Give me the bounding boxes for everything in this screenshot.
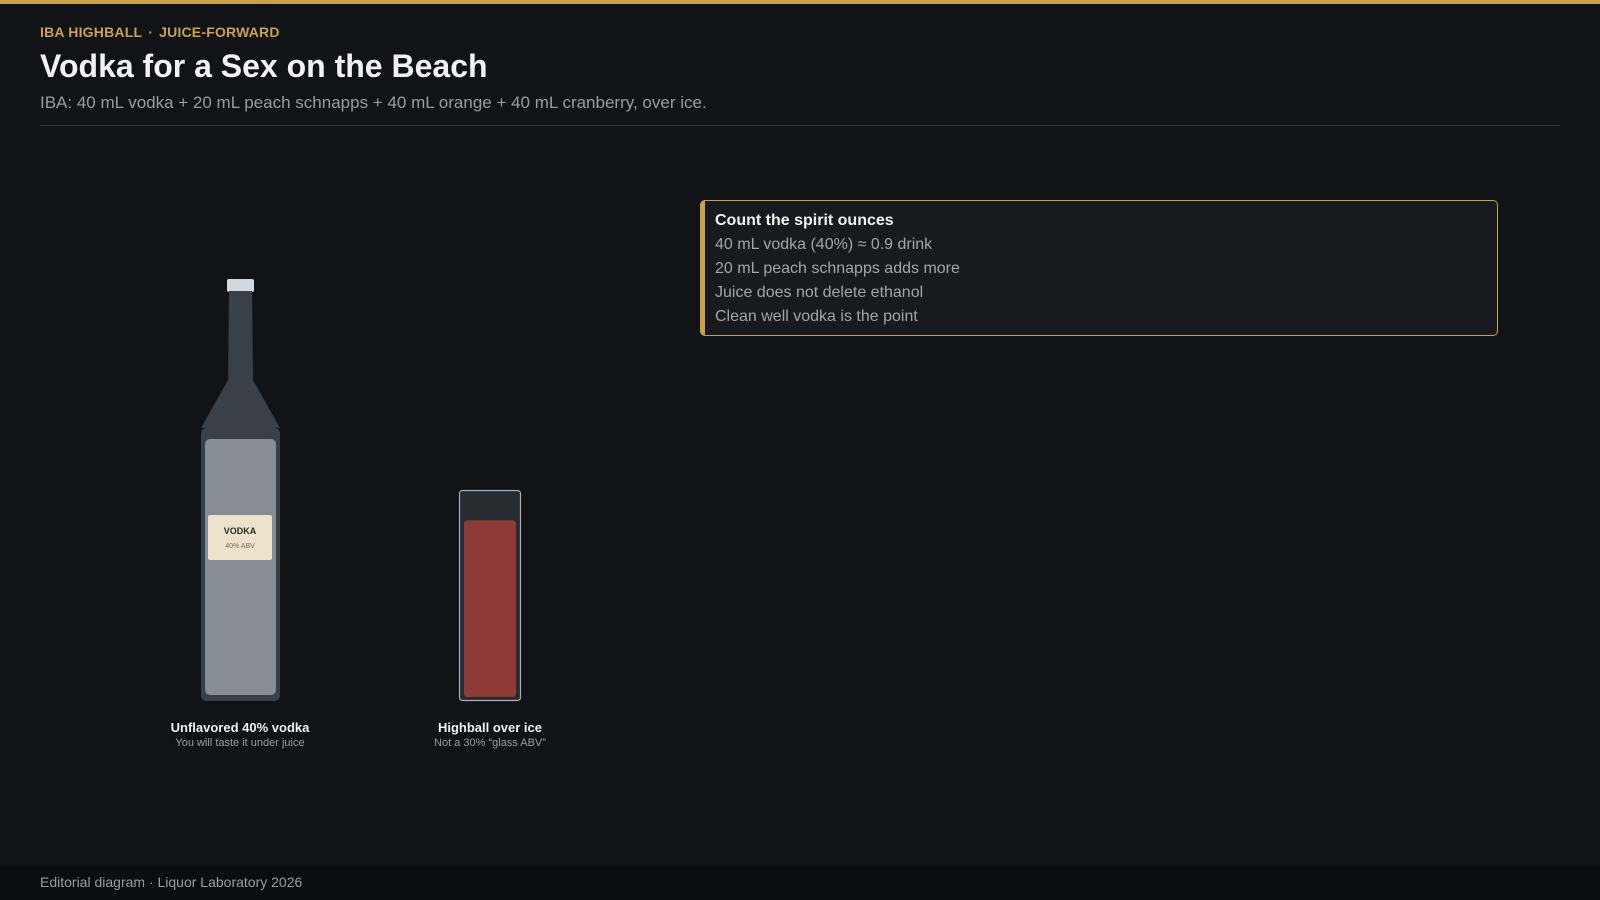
note-line: 40 mL vodka (40%) ≈ 0.9 drink [715,236,933,253]
note-callout: Count the spirit ounces 40 mL vodka (40%… [700,200,1498,336]
highball-glass [458,489,522,702]
bottle-label-title: VODKA [224,526,257,536]
note-title: Count the spirit ounces [715,212,894,229]
note-line: Juice does not delete ethanol [715,284,924,301]
bottle-liquid [205,439,276,695]
diagram-canvas: VODKA 40% ABV [201,279,522,702]
footer: Editorial diagram · Liquor Laboratory 20… [0,865,1600,900]
glass-caption-sub: Not a 30% “glass ABV” [434,737,546,749]
glass-juice-fill [464,520,516,697]
bottle-caption-sub: You will taste it under juice [175,737,305,749]
glass-caption: Highball over ice [437,720,543,735]
bottle-label-abv: 40% ABV [225,543,255,550]
bottle-neck-and-shoulder [201,291,280,428]
vodka-bottle: VODKA 40% ABV [201,279,280,701]
bottle-label [208,515,272,560]
footer-text: Editorial diagram · Liquor Laboratory 20… [40,874,303,890]
bottle-cap [227,279,254,292]
note-line: Clean well vodka is the point [715,308,918,325]
bottle-caption: Unflavored 40% vodka [170,720,310,735]
note-line: 20 mL peach schnapps adds more [715,260,960,277]
